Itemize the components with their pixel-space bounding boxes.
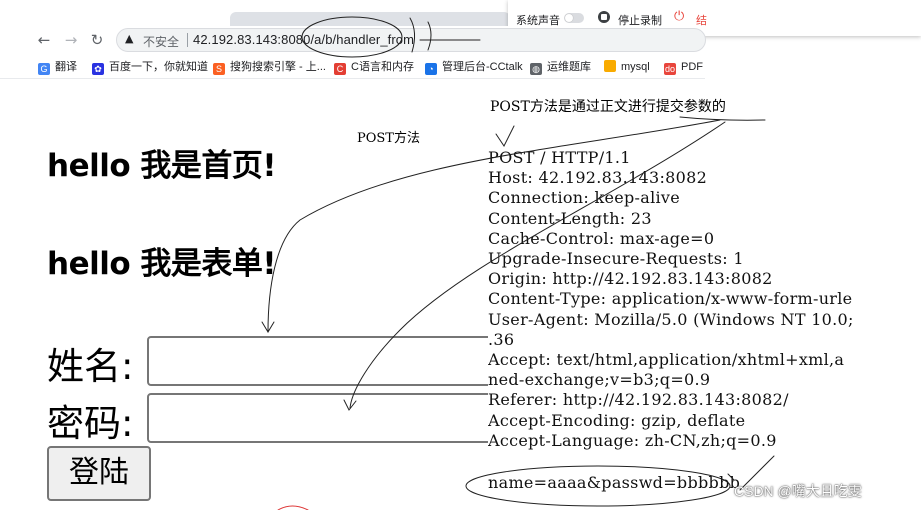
system-sound-toggle[interactable] xyxy=(564,13,584,23)
http-header-line: Accept-Encoding: gzip, deflate xyxy=(488,410,746,430)
pdf-icon: do xyxy=(664,63,676,75)
name-input[interactable] xyxy=(147,336,507,386)
http-header-line: Content-Type: application/x-www-form-url… xyxy=(488,289,853,309)
http-header-line: Accept-Language: zh-CN,zh;q=0.9 xyxy=(488,430,777,450)
name-label: 姓名: xyxy=(47,345,134,388)
warning-icon[interactable]: ▲ xyxy=(125,32,133,45)
note-underline xyxy=(679,116,766,121)
baidu-icon: ✿ xyxy=(92,63,104,75)
bookmark-item[interactable]: do PDF xyxy=(664,58,703,76)
arrow-to-name-head xyxy=(261,321,275,333)
csdn-icon: C xyxy=(334,63,346,75)
active-tab[interactable] xyxy=(230,12,510,26)
address-separator xyxy=(187,33,188,47)
password-label: 密码: xyxy=(47,402,134,445)
post-method-note: POST方法 xyxy=(357,131,420,146)
home-heading: hello 我是首页! xyxy=(47,148,277,184)
browser-toolbar: ← → ↻ ▲ 不安全 42.192.83.143:8080/a/b/handl… xyxy=(0,26,706,54)
bookmarks-bar: G 翻译 ✿ 百度一下，你就知道 S 搜狗搜索引擎 - 上... C C语言和内存 ◔ 管理后台-… xyxy=(0,56,705,79)
sogou-icon: S xyxy=(213,63,225,75)
globe-icon: ◍ xyxy=(530,63,542,75)
http-header-line: Upgrade-Insecure-Requests: 1 xyxy=(488,249,744,268)
bookmark-label: 翻译 xyxy=(55,61,77,73)
form-heading: hello 我是表单! xyxy=(47,246,277,282)
http-header-line: Cache-Control: max-age=0 xyxy=(488,228,715,248)
url-text[interactable]: 42.192.83.143:8080/a/b/handler_from xyxy=(193,32,414,47)
power-icon[interactable]: ⏻ xyxy=(674,9,684,24)
http-header-line: Accept: text/html,application/xhtml+xml,… xyxy=(488,350,845,369)
insecure-label[interactable]: 不安全 xyxy=(143,33,179,50)
translate-icon: G xyxy=(38,63,50,75)
folder-icon xyxy=(604,60,616,72)
bookmark-label: PDF xyxy=(681,61,703,73)
http-header-line: Host: 42.192.83.143:8082 xyxy=(488,168,708,188)
bookmark-item[interactable]: ✿ 百度一下，你就知道 xyxy=(92,58,208,76)
bookmark-item[interactable]: ◍ 运维题库 xyxy=(530,58,591,76)
http-header-line: .36 xyxy=(488,329,515,349)
check-mark xyxy=(495,125,515,147)
http-header-line: Connection: keep-alive xyxy=(488,188,681,208)
login-button[interactable]: 登陆 xyxy=(47,446,151,501)
forward-icon[interactable]: → xyxy=(61,30,81,50)
bookmark-item[interactable]: G 翻译 xyxy=(38,58,77,76)
bookmark-label: 管理后台-CCtalk xyxy=(442,61,523,73)
bookmark-label: 搜狗搜索引擎 - 上... xyxy=(230,61,326,73)
http-request-dump: POST / HTTP/1.1 Host: 42.192.83.143:8082 C… xyxy=(488,148,921,510)
password-input[interactable] xyxy=(147,393,507,443)
http-header-line: Content-Length: 23 xyxy=(488,208,652,228)
bookmark-item[interactable]: ◔ 管理后台-CCtalk xyxy=(425,58,523,76)
http-header-line: Origin: http://42.192.83.143:8082 xyxy=(488,269,773,289)
bookmark-item[interactable]: C C语言和内存 xyxy=(334,58,414,76)
http-header-line: Referer: http://42.192.83.143:8082/ xyxy=(488,390,789,410)
post-params-note: POST方法是通过正文进行提交参数的 xyxy=(490,99,726,115)
bookmark-item[interactable]: mysql xyxy=(604,58,650,76)
http-header-line: User-Agent: Mozilla/5.0 (Windows NT 10.0… xyxy=(488,309,854,329)
red-ink-arc xyxy=(277,505,309,510)
bookmark-label: C语言和内存 xyxy=(351,61,414,73)
reload-icon[interactable]: ↻ xyxy=(87,30,107,50)
bookmark-item[interactable]: S 搜狗搜索引擎 - 上... xyxy=(213,58,326,76)
csdn-watermark: CSDN @嘴大且吃雯 xyxy=(734,483,862,499)
bookmark-label: 运维题库 xyxy=(547,61,591,73)
back-icon[interactable]: ← xyxy=(34,30,54,50)
cctalk-icon: ◔ xyxy=(425,63,437,75)
http-body-line: name=aaaa&passwd=bbbbbb xyxy=(488,473,741,492)
address-bar[interactable]: ▲ 不安全 42.192.83.143:8080/a/b/handler_fro… xyxy=(116,28,706,52)
stop-record-icon[interactable] xyxy=(598,11,610,23)
bookmark-label: mysql xyxy=(621,61,650,73)
bookmark-label: 百度一下，你就知道 xyxy=(109,61,208,73)
http-header-line: ned-exchange;v=b3;q=0.9 xyxy=(488,370,711,390)
http-header-line: POST / HTTP/1.1 xyxy=(488,148,631,167)
